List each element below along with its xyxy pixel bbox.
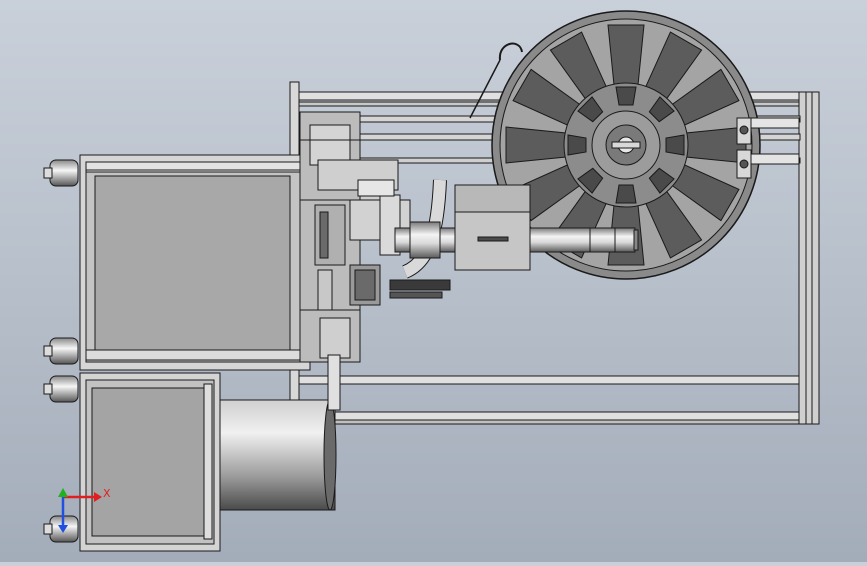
x-axis-label: X (103, 487, 111, 500)
lower-drum (214, 399, 337, 511)
bottom-rail-lower (298, 419, 800, 425)
knob-2 (43, 337, 79, 365)
knob-1 (43, 159, 79, 187)
knob-3 (43, 375, 79, 403)
lower-rail (298, 375, 800, 385)
leveling-feet (43, 159, 79, 543)
frame-post-right (798, 91, 820, 425)
upper-left-housing (79, 154, 311, 371)
cad-drawing: X (43, 10, 820, 552)
gearbox (454, 184, 531, 271)
y-axis-arrowhead (58, 488, 68, 497)
hook (498, 42, 523, 61)
hook-arm (469, 59, 501, 119)
cad-viewport[interactable]: X (0, 0, 867, 562)
bottom-rail (298, 411, 800, 421)
lower-left-housing (79, 372, 221, 552)
